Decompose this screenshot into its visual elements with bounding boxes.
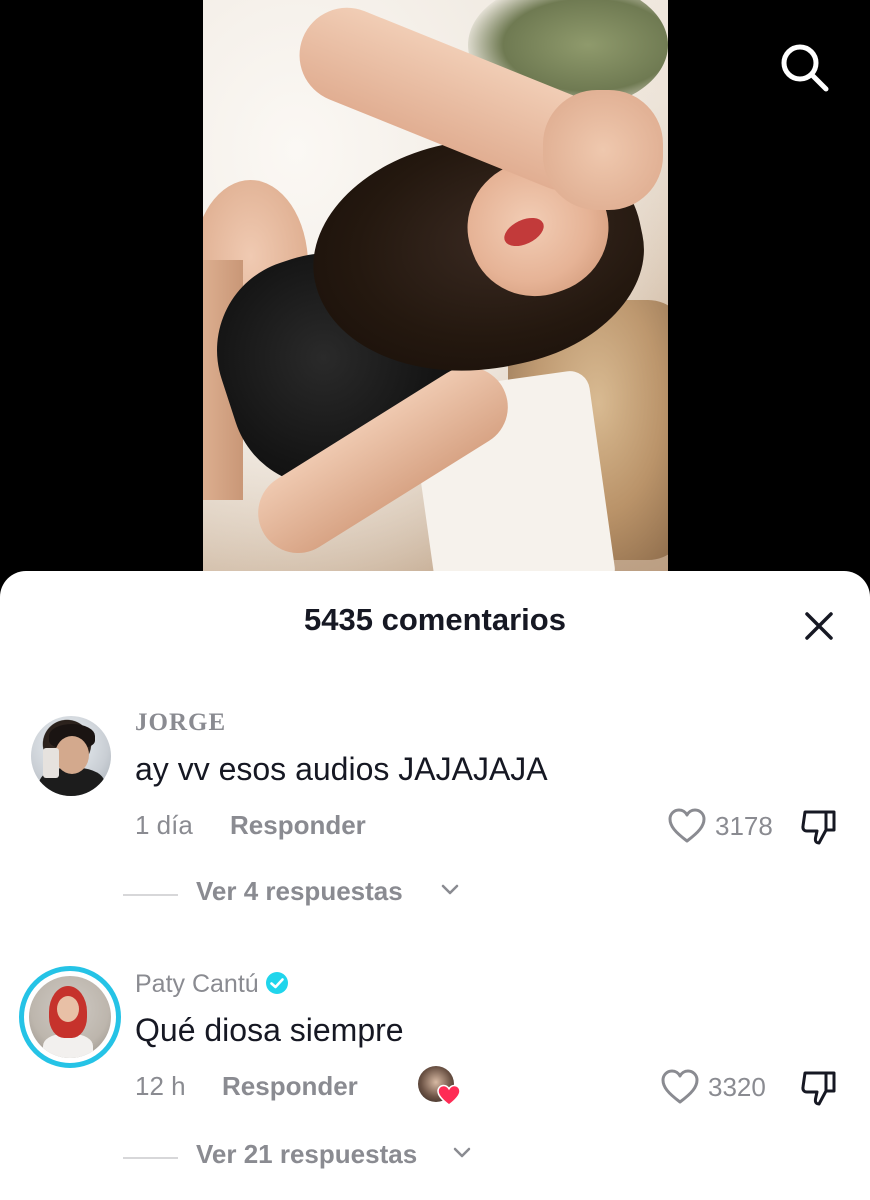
close-button[interactable]	[800, 607, 838, 645]
chevron-down-icon	[453, 1147, 471, 1158]
replies-divider	[123, 1157, 178, 1159]
heart-outline-icon	[668, 808, 706, 843]
view-replies-label: Ver 4 respuestas	[196, 876, 403, 906]
avatar-face	[55, 736, 89, 774]
video-player[interactable]	[0, 0, 870, 600]
comment-text: Qué diosa siempre	[135, 1012, 404, 1048]
video-hand	[543, 90, 663, 210]
verified-badge-icon	[265, 972, 288, 994]
comment-username[interactable]: JORGE	[135, 709, 226, 737]
reply-button[interactable]: Responder	[230, 810, 366, 841]
avatar-phone	[43, 748, 59, 778]
avatar-face	[57, 996, 79, 1022]
avatar[interactable]	[29, 976, 111, 1058]
search-icon	[781, 44, 829, 92]
reply-button[interactable]: Responder	[222, 1071, 358, 1102]
dislike-button[interactable]	[799, 807, 839, 847]
view-replies-label: Ver 21 respuestas	[196, 1139, 418, 1169]
dislike-button[interactable]	[799, 1068, 839, 1108]
search-button[interactable]	[777, 40, 831, 94]
like-count: 3320	[708, 1072, 766, 1102]
comment-time: 12 h	[135, 1071, 186, 1101]
close-icon	[805, 612, 833, 640]
comment-username[interactable]: Paty Cantú	[135, 970, 289, 999]
comment-username-text: Paty Cantú	[135, 970, 259, 998]
comment-text: ay vv esos audios JAJAJAJA	[135, 751, 548, 787]
comments-count-title: 5435 comentarios	[304, 602, 566, 637]
chevron-down-icon	[441, 884, 459, 895]
like-count: 3178	[715, 811, 773, 841]
thumbs-down-icon	[801, 1071, 836, 1106]
heart-filled-icon	[437, 1084, 461, 1106]
comments-sheet: 5435 comentarios JORGE ay vv esos audios…	[0, 571, 870, 1200]
comment-time: 1 día	[135, 810, 193, 840]
thumbs-down-icon	[801, 810, 836, 845]
heart-outline-icon	[661, 1069, 699, 1104]
video-frame[interactable]	[203, 0, 668, 600]
replies-divider	[123, 894, 178, 896]
avatar[interactable]	[31, 716, 111, 796]
liked-by-creator-badge	[418, 1066, 462, 1106]
